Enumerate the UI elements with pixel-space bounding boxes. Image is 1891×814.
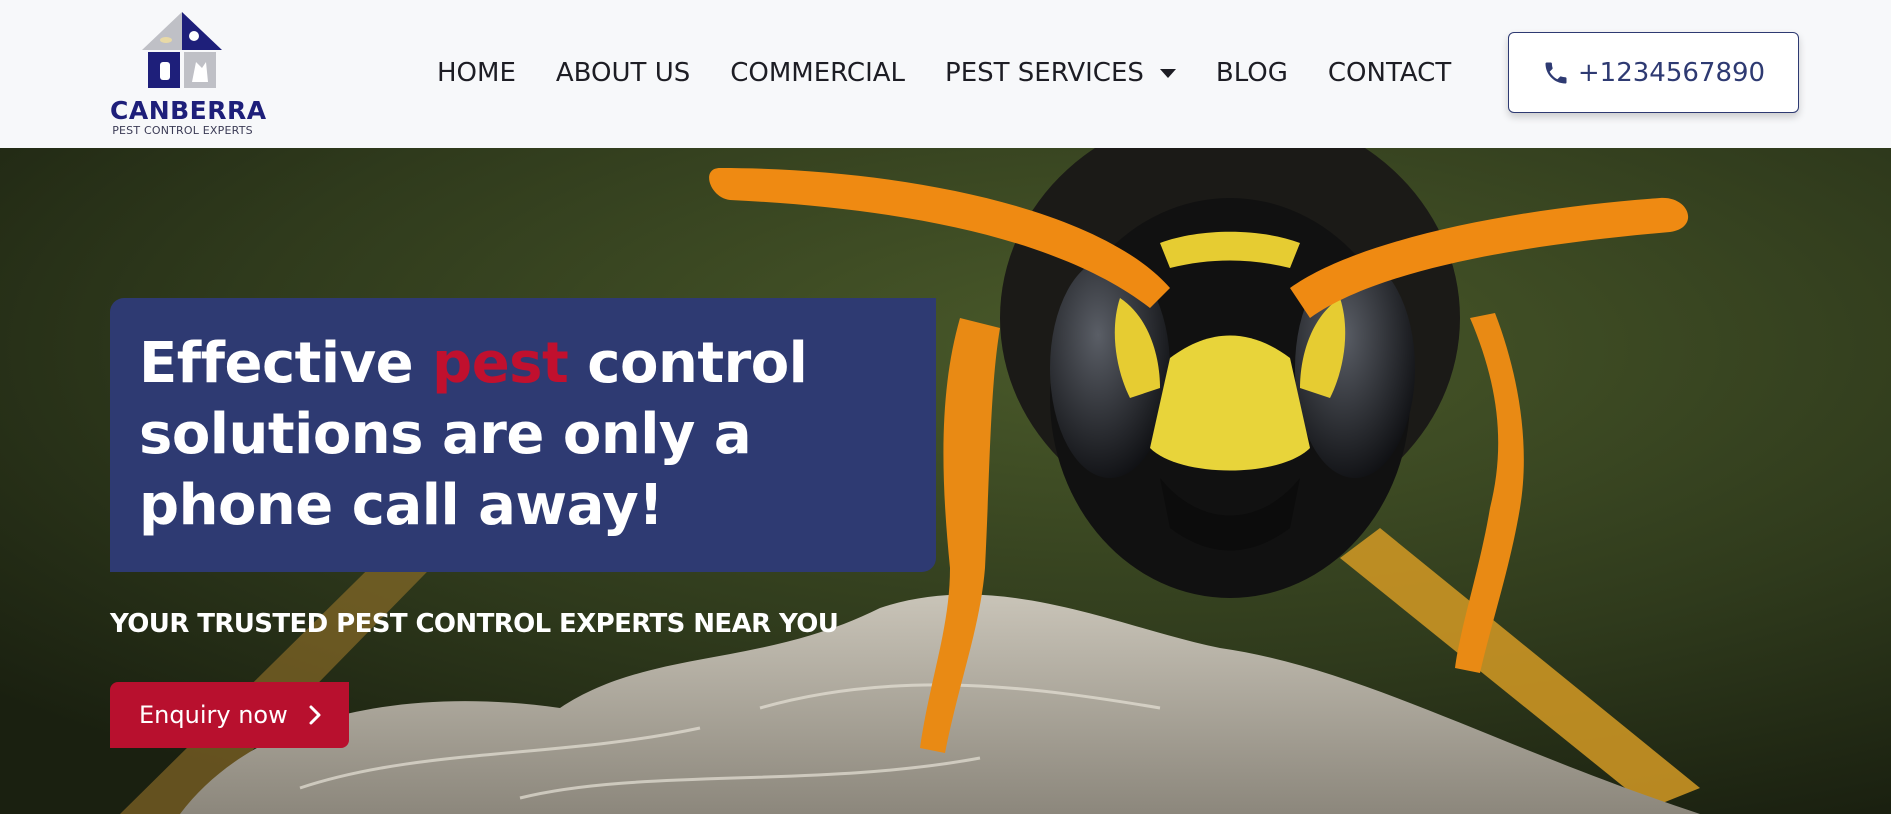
nav-contact[interactable]: CONTACT: [1328, 58, 1451, 88]
nav-about-us-label: ABOUT US: [555, 58, 691, 88]
phone-call-button[interactable]: +1234567890: [1508, 32, 1799, 113]
nav-commercial-label: COMMERCIAL: [730, 58, 906, 88]
house-logo-icon: [142, 12, 222, 88]
enquiry-now-button[interactable]: Enquiry now: [110, 682, 349, 748]
nav-blog-label: BLOG: [1215, 58, 1288, 88]
hero-headline: Effective pest control solutions are onl…: [139, 328, 936, 541]
nav-home-label: HOME: [437, 58, 516, 88]
nav-contact-label: CONTACT: [1327, 58, 1452, 88]
hero-subheading: YOUR TRUSTED PEST CONTROL EXPERTS NEAR Y…: [110, 609, 839, 639]
chevron-down-icon: [1159, 68, 1176, 78]
headline-accent: pest: [432, 331, 569, 396]
headline-part1: Effective: [139, 331, 433, 396]
brand-name: CANBERRA: [110, 96, 267, 125]
main-nav: HOME ABOUT US COMMERCIAL PEST SERVICES B…: [437, 56, 1491, 90]
nav-about-us[interactable]: ABOUT US: [556, 58, 690, 88]
chevron-right-icon: [309, 705, 321, 725]
nav-pest-services-label: PEST SERVICES: [945, 58, 1144, 88]
site-header: CANBERRA PEST CONTROL EXPERTS HOME ABOUT…: [0, 0, 1891, 148]
nav-home[interactable]: HOME: [437, 58, 516, 88]
brand-logo[interactable]: CANBERRA PEST CONTROL EXPERTS: [110, 10, 267, 138]
enquiry-now-label: Enquiry now: [139, 701, 288, 729]
phone-number: +1234567890: [1577, 57, 1766, 88]
hero-section: Effective pest control solutions are onl…: [0, 148, 1891, 814]
brand-tagline: PEST CONTROL EXPERTS: [112, 124, 253, 137]
nav-commercial[interactable]: COMMERCIAL: [730, 58, 905, 88]
headline-panel: Effective pest control solutions are onl…: [110, 298, 936, 572]
nav-pest-services[interactable]: PEST SERVICES: [945, 58, 1176, 88]
phone-icon: [1545, 62, 1567, 83]
nav-blog[interactable]: BLOG: [1216, 58, 1288, 88]
